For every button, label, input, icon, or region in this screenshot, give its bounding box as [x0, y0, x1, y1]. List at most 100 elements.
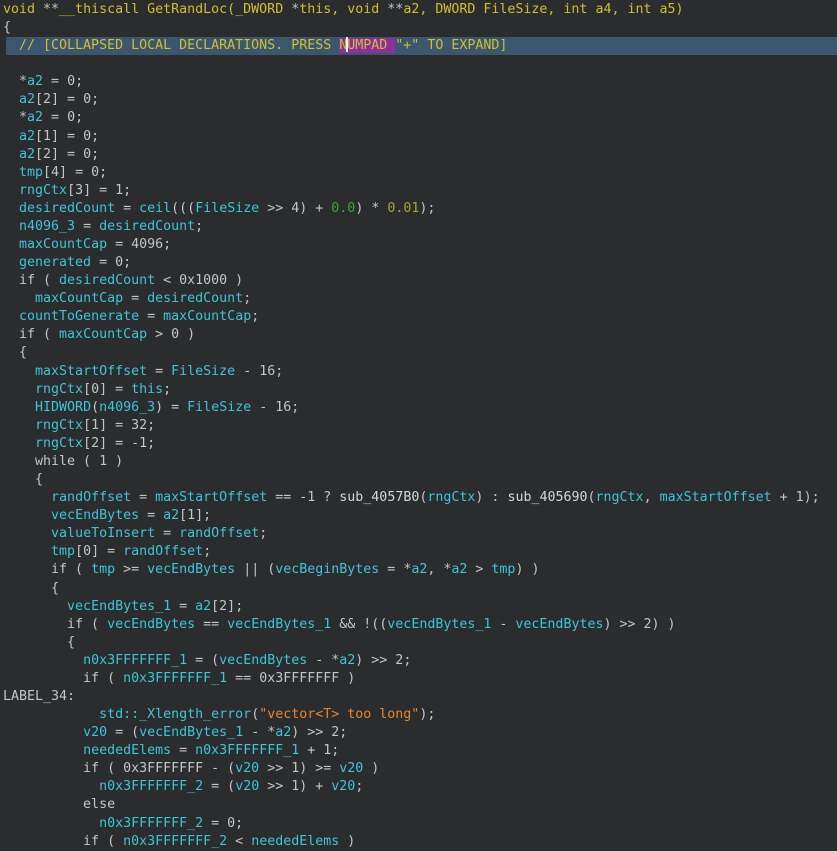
code-token: desiredCount — [19, 201, 115, 216]
code-area[interactable]: void **__thiscall GetRandLoc(_DWORD *thi… — [3, 1, 837, 851]
code-token: neededElems — [251, 834, 339, 849]
code-line-13[interactable]: n4096_3 = desiredCount; — [3, 218, 837, 236]
code-token — [3, 544, 51, 559]
code-token: * — [3, 110, 27, 125]
code-line-25[interactable]: rngCtx[2] = -1; — [3, 435, 837, 453]
code-line-19[interactable]: if ( maxCountCap > 0 ) — [3, 326, 837, 344]
code-line-43[interactable]: if ( 0x3FFFFFFF - (v20 >> 1) >= v20 ) — [3, 760, 837, 778]
code-token: a2 — [275, 725, 291, 740]
code-line-12[interactable]: desiredCount = ceil(((FileSize >> 4) + 0… — [3, 200, 837, 218]
code-token: = ( — [203, 779, 235, 794]
code-token: ) >> 2) ) — [603, 617, 675, 632]
code-line-46[interactable]: n0x3FFFFFFF_2 = 0; — [3, 815, 837, 833]
code-line-45[interactable]: else — [3, 796, 837, 814]
code-token: ) >> 2; — [355, 653, 411, 668]
code-line-2[interactable]: { — [3, 19, 837, 37]
code-token: a2 — [163, 508, 179, 523]
code-line-27[interactable]: { — [3, 471, 837, 489]
code-token: n0x3FFFFFFF_2 — [123, 834, 227, 849]
code-token: sub_405690 — [507, 490, 587, 505]
code-line-6[interactable]: a2[2] = 0; — [3, 91, 837, 109]
code-token: { — [3, 581, 59, 596]
code-line-20[interactable]: { — [3, 344, 837, 362]
code-token: = 0; — [43, 110, 83, 125]
code-token: [2] = 0; — [35, 147, 99, 162]
code-token: HIDWORD — [35, 400, 91, 415]
code-line-7[interactable]: *a2 = 0; — [3, 109, 837, 127]
code-token: ; — [163, 382, 171, 397]
code-line-8[interactable]: a2[1] = 0; — [3, 128, 837, 146]
code-line-9[interactable]: a2[2] = 0; — [3, 146, 837, 164]
code-token: rngCtx — [35, 436, 83, 451]
code-token: = ( — [107, 725, 139, 740]
code-token: randOffset — [123, 544, 203, 559]
code-token — [3, 436, 35, 451]
code-line-36[interactable]: { — [3, 634, 837, 652]
code-token: + 1; — [299, 743, 339, 758]
code-token: ; — [251, 309, 259, 324]
code-line-33[interactable]: { — [3, 580, 837, 598]
code-token: v20 — [331, 779, 355, 794]
code-line-38[interactable]: if ( n0x3FFFFFFF_1 == 0x3FFFFFFF ) — [3, 670, 837, 688]
code-token: vecEndBytes — [51, 508, 139, 523]
code-line-32[interactable]: if ( tmp >= vecEndBytes || (vecBeginByte… — [3, 561, 837, 579]
code-line-47[interactable]: if ( n0x3FFFFFFF_2 < neededElems ) — [3, 833, 837, 851]
code-token: v20 — [339, 761, 363, 776]
code-line-22[interactable]: rngCtx[0] = this; — [3, 381, 837, 399]
code-token: { — [3, 635, 75, 650]
code-token: >> 1) >= — [259, 761, 339, 776]
code-line-11[interactable]: rngCtx[3] = 1; — [3, 182, 837, 200]
code-token: || ( — [235, 562, 275, 577]
code-token: ; — [259, 526, 267, 541]
code-line-39[interactable]: LABEL_34: — [3, 688, 837, 706]
code-token — [3, 599, 67, 614]
code-line-28[interactable]: randOffset = maxStartOffset == -1 ? sub_… — [3, 489, 837, 507]
code-line-31[interactable]: tmp[0] = randOffset; — [3, 543, 837, 561]
code-line-16[interactable]: if ( desiredCount < 0x1000 ) — [3, 272, 837, 290]
code-line-35[interactable]: if ( vecEndBytes == vecEndBytes_1 && !((… — [3, 616, 837, 634]
code-line-14[interactable]: maxCountCap = 4096; — [3, 236, 837, 254]
code-line-42[interactable]: neededElems = n0x3FFFFFFF_1 + 1; — [3, 742, 837, 760]
code-token — [3, 725, 83, 740]
code-token: std::_Xlength_error — [99, 707, 251, 722]
text-cursor — [346, 37, 348, 52]
code-line-18[interactable]: countToGenerate = maxCountCap; — [3, 308, 837, 326]
code-line-29[interactable]: vecEndBytes = a2[1]; — [3, 507, 837, 525]
code-line-15[interactable]: generated = 0; — [3, 254, 837, 272]
code-line-30[interactable]: valueToInsert = randOffset; — [3, 525, 837, 543]
code-token: FileSize — [195, 201, 259, 216]
code-line-44[interactable]: n0x3FFFFFFF_2 = (v20 >> 1) + v20; — [3, 778, 837, 796]
code-token: if ( — [3, 327, 59, 342]
code-token — [3, 219, 19, 234]
code-line-41[interactable]: v20 = (vecEndBytes_1 - *a2) >> 2; — [3, 724, 837, 742]
code-token: >> 4) + — [259, 201, 331, 216]
code-line-34[interactable]: vecEndBytes_1 = a2[2]; — [3, 598, 837, 616]
code-token: neededElems — [83, 743, 171, 758]
code-line-4[interactable] — [3, 55, 837, 73]
code-token: desiredCount — [99, 219, 195, 234]
code-token: = 0; — [43, 74, 83, 89]
code-token: maxStartOffset — [660, 490, 772, 505]
code-token: a2 — [19, 129, 35, 144]
code-token: + 1); — [772, 490, 820, 505]
code-line-26[interactable]: while ( 1 ) — [3, 453, 837, 471]
code-line-24[interactable]: rngCtx[1] = 32; — [3, 417, 837, 435]
code-line-23[interactable]: HIDWORD(n4096_3) = FileSize - 16; — [3, 399, 837, 417]
code-token: vecEndBytes — [107, 617, 195, 632]
code-line-17[interactable]: maxCountCap = desiredCount; — [3, 290, 837, 308]
current-line[interactable]: // [COLLAPSED LOCAL DECLARATIONS. PRESS … — [3, 37, 837, 55]
code-line-37[interactable]: n0x3FFFFFFF_1 = (vecEndBytes - *a2) >> 2… — [3, 652, 837, 670]
code-token: tmp — [19, 165, 43, 180]
code-line-1[interactable]: void **__thiscall GetRandLoc(_DWORD *thi… — [3, 1, 837, 19]
code-line-10[interactable]: tmp[4] = 0; — [3, 164, 837, 182]
code-line-40[interactable]: std::_Xlength_error("vector<T> too long"… — [3, 706, 837, 724]
code-token: if ( — [3, 273, 59, 288]
code-line-21[interactable]: maxStartOffset = FileSize - 16; — [3, 363, 837, 381]
code-token: - 16; — [235, 364, 283, 379]
code-token: randOffset — [179, 526, 259, 541]
code-token: , — [644, 490, 660, 505]
code-token: ) : — [475, 490, 507, 505]
code-token: ** — [43, 2, 59, 17]
code-token: vecEndBytes — [219, 653, 307, 668]
code-line-5[interactable]: *a2 = 0; — [3, 73, 837, 91]
